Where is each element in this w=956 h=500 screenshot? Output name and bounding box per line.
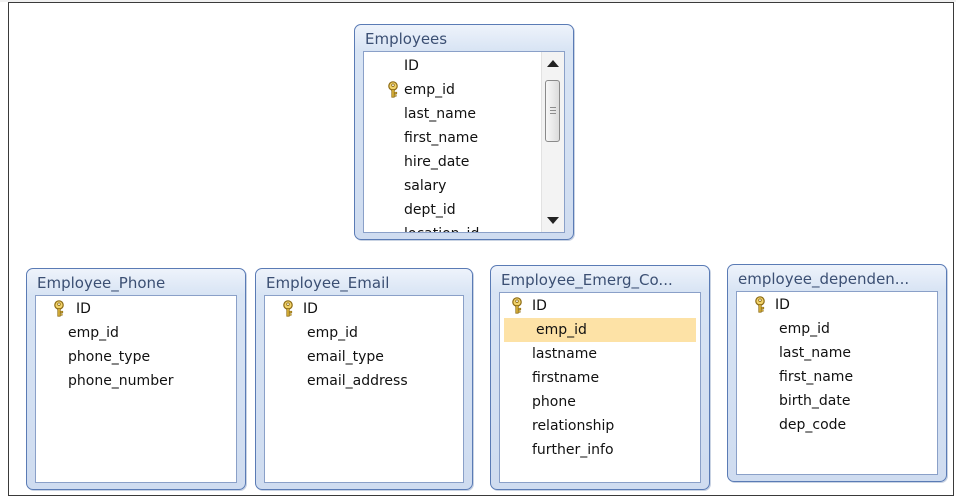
field-label: dep_code: [779, 417, 847, 433]
grip-line: [550, 113, 556, 114]
field-row-emp-id[interactable]: emp_id: [737, 317, 937, 341]
field-row-last-name[interactable]: last_name: [364, 102, 564, 126]
key-icon: [510, 297, 524, 314]
field-row-id[interactable]: ID: [36, 297, 236, 321]
field-row-emp-id[interactable]: emp_id: [265, 321, 463, 345]
field-label: emp_id: [536, 322, 587, 338]
field-row-salary[interactable]: salary: [364, 174, 564, 198]
field-label: firstname: [532, 370, 600, 386]
field-row-first-name[interactable]: first_name: [737, 365, 937, 389]
table-window-employee-emerg-co[interactable]: Employee_Emerg_Co... ID emp_id lastname fir…: [490, 265, 710, 490]
key-icon: [281, 300, 295, 317]
field-label: birth_date: [779, 393, 851, 409]
field-label: email_address: [307, 373, 408, 389]
field-label: ID: [76, 301, 91, 317]
field-row-first-name[interactable]: first_name: [364, 126, 564, 150]
field-row-id[interactable]: ID: [265, 297, 463, 321]
field-label: relationship: [532, 418, 615, 434]
field-list[interactable]: ID emp_id lastname firstname phone relationsh…: [499, 292, 701, 483]
field-list[interactable]: ID emp_id email_type email_address: [264, 295, 464, 483]
field-label: phone_type: [68, 349, 151, 365]
table-window-employee-email[interactable]: Employee_Email ID emp_id email_type email_a…: [255, 268, 473, 490]
field-label: ID: [532, 298, 547, 314]
field-row-last-name[interactable]: last_name: [737, 341, 937, 365]
field-list[interactable]: ID emp_id phone_type phone_number: [35, 295, 237, 483]
key-icon: [386, 81, 400, 98]
field-row-phone-number[interactable]: phone_number: [36, 369, 236, 393]
field-label: emp_id: [404, 82, 455, 98]
field-label: further_info: [532, 442, 614, 458]
field-label: ID: [303, 301, 318, 317]
field-row-phone-type[interactable]: phone_type: [36, 345, 236, 369]
field-label: phone_number: [68, 373, 174, 389]
relationships-canvas[interactable]: Employees ID emp_id last_name first_name hir…: [8, 2, 954, 496]
field-label: last_name: [779, 345, 851, 361]
field-label: emp_id: [307, 325, 358, 341]
field-row-email-type[interactable]: email_type: [265, 345, 463, 369]
field-list[interactable]: ID emp_id last_name first_name hire_datesal…: [363, 51, 565, 233]
scroll-down-arrow-icon[interactable]: [547, 217, 559, 224]
field-row-dept-id[interactable]: dept_id: [364, 198, 564, 222]
field-label: hire_date: [404, 154, 470, 170]
field-label: emp_id: [779, 321, 830, 337]
key-icon: [52, 300, 66, 317]
scroll-up-arrow-icon[interactable]: [547, 60, 559, 67]
table-title[interactable]: Employee_Email: [266, 272, 464, 294]
field-row-further-info[interactable]: further_info: [500, 438, 700, 462]
field-row-id[interactable]: ID: [364, 54, 564, 78]
field-row-lastname[interactable]: lastname: [500, 342, 700, 366]
table-title[interactable]: Employee_Emerg_Co...: [501, 269, 701, 291]
field-row-emp-id[interactable]: emp_id: [504, 318, 696, 342]
field-label: dept_id: [404, 202, 456, 218]
field-row-hire-date[interactable]: hire_date: [364, 150, 564, 174]
field-row-id[interactable]: ID: [500, 294, 700, 318]
field-label: first_name: [779, 369, 854, 385]
scroll-thumb[interactable]: [545, 80, 560, 142]
field-row-emp-id[interactable]: emp_id: [36, 321, 236, 345]
field-label: location_id: [404, 224, 479, 232]
field-row-firstname[interactable]: firstname: [500, 366, 700, 390]
field-label: ID: [404, 58, 419, 74]
field-row-email-address[interactable]: email_address: [265, 369, 463, 393]
table-title[interactable]: Employees: [365, 28, 565, 50]
table-title[interactable]: Employee_Phone: [37, 272, 237, 294]
table-window-employee-dependen[interactable]: employee_dependen... ID emp_id last_namefi…: [727, 264, 947, 482]
field-label: first_name: [404, 130, 479, 146]
field-row-birth-date[interactable]: birth_date: [737, 389, 937, 413]
field-label: emp_id: [68, 325, 119, 341]
table-window-employees[interactable]: Employees ID emp_id last_name first_namehir…: [354, 24, 574, 240]
field-label: ID: [775, 297, 790, 313]
field-list[interactable]: ID emp_id last_name first_name birth_datedep…: [736, 291, 938, 475]
key-icon: [753, 296, 767, 313]
field-label: phone: [532, 394, 576, 410]
table-title[interactable]: employee_dependen...: [738, 268, 938, 290]
field-row-location-id[interactable]: location_id: [364, 222, 564, 232]
field-row-dep-code[interactable]: dep_code: [737, 413, 937, 437]
vertical-scrollbar[interactable]: [541, 52, 564, 232]
table-window-employee-phone[interactable]: Employee_Phone ID emp_id phone_type phone_n…: [26, 268, 246, 490]
grip-line: [550, 107, 556, 108]
field-row-relationship[interactable]: relationship: [500, 414, 700, 438]
field-label: last_name: [404, 106, 476, 122]
field-row-emp-id[interactable]: emp_id: [364, 78, 564, 102]
field-label: email_type: [307, 349, 384, 365]
grip-line: [550, 110, 556, 111]
field-label: salary: [404, 178, 447, 194]
field-row-id[interactable]: ID: [737, 293, 937, 317]
field-row-phone[interactable]: phone: [500, 390, 700, 414]
field-label: lastname: [532, 346, 597, 362]
